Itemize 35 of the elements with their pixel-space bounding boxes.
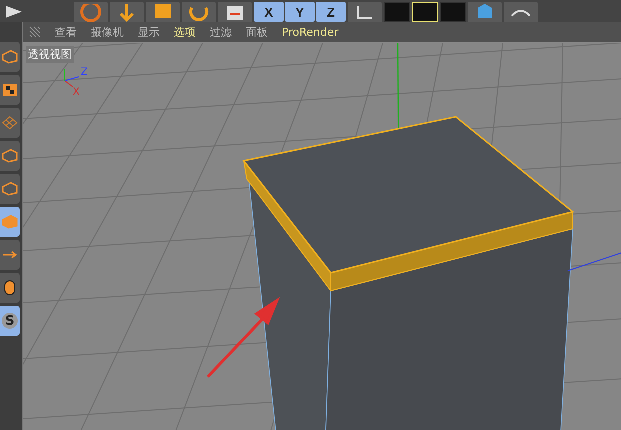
axis-button[interactable]: Z bbox=[316, 2, 346, 22]
menu-item[interactable]: 查看 bbox=[55, 24, 77, 40]
curve-icon[interactable] bbox=[504, 2, 538, 22]
menu-item[interactable]: 摄像机 bbox=[91, 24, 124, 40]
mouse-icon bbox=[4, 280, 16, 296]
axis-button[interactable]: Y bbox=[285, 2, 315, 22]
viewport-title: 透视视图 bbox=[26, 46, 74, 63]
cube-icon bbox=[2, 149, 18, 163]
arrow-icon bbox=[2, 250, 18, 260]
cube-mode-button[interactable] bbox=[0, 42, 20, 72]
cube-icon[interactable] bbox=[468, 2, 502, 22]
menu-item[interactable]: 过滤 bbox=[210, 24, 232, 40]
cube-icon bbox=[2, 50, 18, 64]
z-axis-label: Z bbox=[81, 67, 88, 78]
mode-label: S bbox=[2, 313, 18, 329]
move-icon[interactable] bbox=[110, 2, 144, 22]
cube-icon bbox=[2, 182, 18, 196]
cube-drawing[interactable] bbox=[242, 116, 575, 430]
z-axis-line bbox=[568, 252, 621, 272]
grip-icon[interactable] bbox=[29, 26, 41, 38]
edges-mode-button[interactable] bbox=[0, 174, 20, 204]
x-axis-label: X bbox=[73, 87, 80, 98]
axis-button[interactable]: X bbox=[254, 2, 284, 22]
arrow-mode-button[interactable] bbox=[0, 240, 20, 270]
mode-button[interactable]: S bbox=[0, 306, 20, 336]
menu-item[interactable]: 选项 bbox=[174, 24, 196, 40]
menu-item[interactable]: ProRender bbox=[282, 26, 339, 38]
checker-icon bbox=[2, 83, 18, 97]
checker-mode-button[interactable] bbox=[0, 75, 20, 105]
points-mode-button[interactable] bbox=[0, 141, 20, 171]
menu-item[interactable]: 面板 bbox=[246, 24, 268, 40]
menu-item[interactable]: 显示 bbox=[138, 24, 160, 40]
grid-icon bbox=[2, 116, 18, 130]
mouse-mode-button[interactable] bbox=[0, 273, 20, 303]
cube-icon bbox=[2, 215, 18, 229]
